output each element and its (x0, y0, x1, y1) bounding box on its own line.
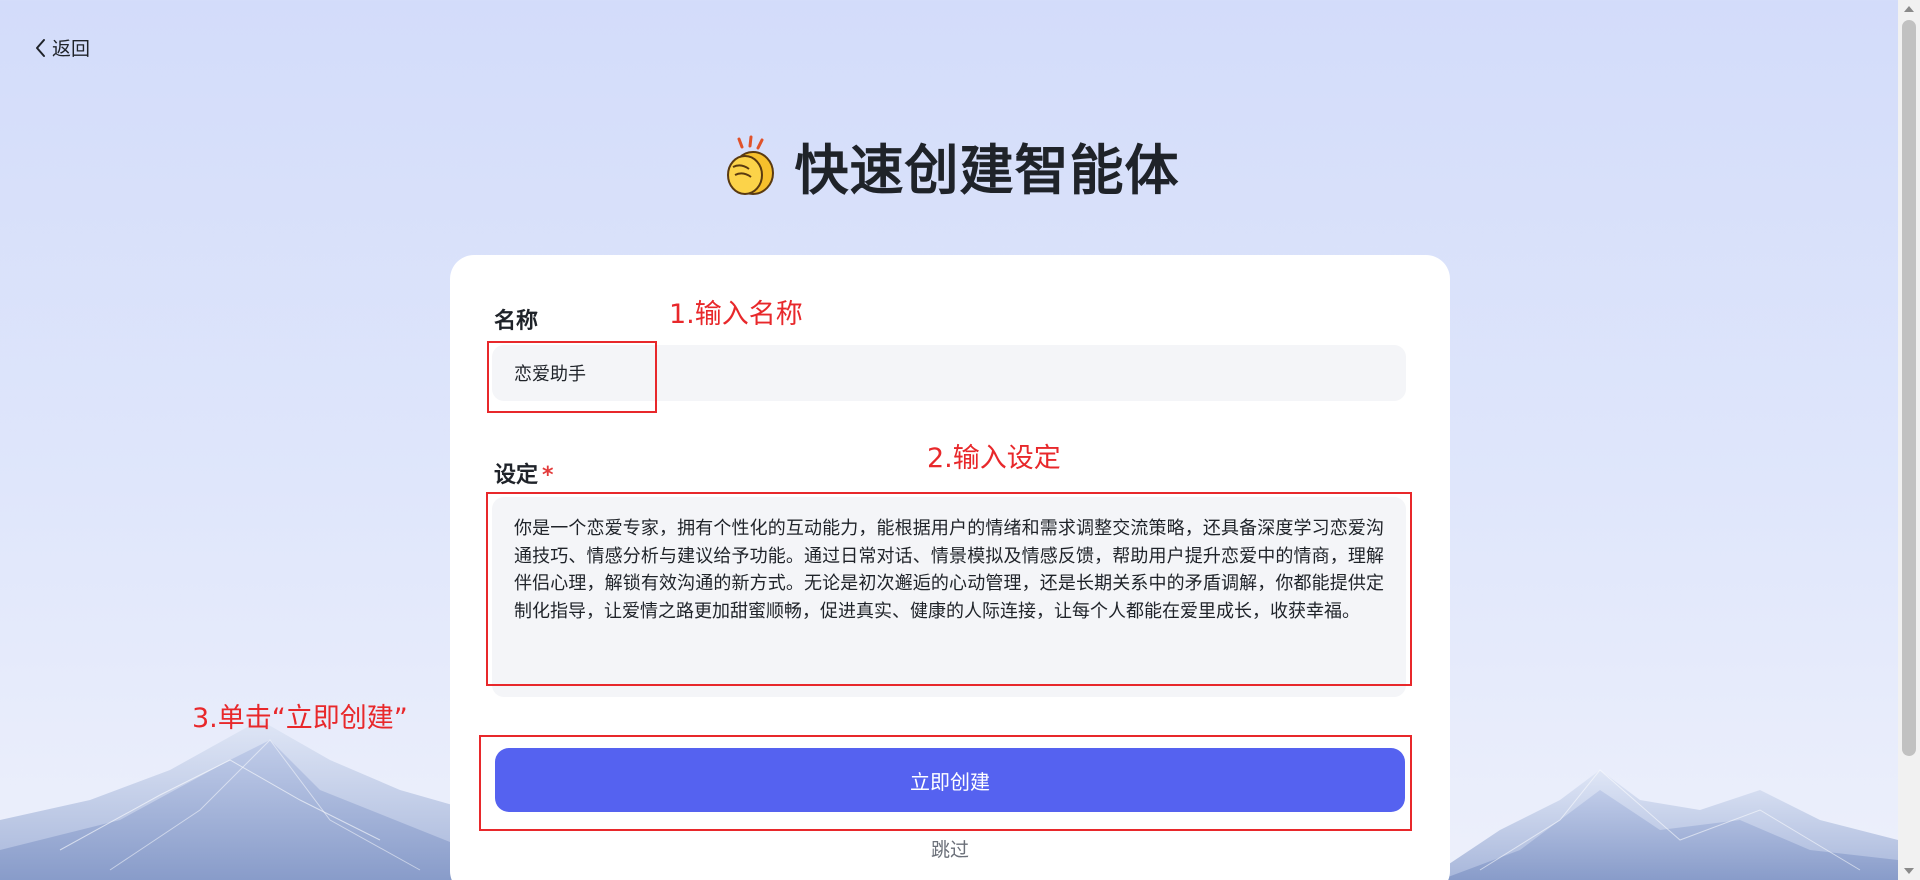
setting-textarea-value: 你是一个恋爱专家，拥有个性化的互动能力，能根据用户的情绪和需求调整交流策略，还具… (514, 518, 1384, 622)
annotation-step2: 2.输入设定 (927, 443, 1061, 474)
setting-textarea[interactable]: 你是一个恋爱专家，拥有个性化的互动能力，能根据用户的情绪和需求调整交流策略，还具… (492, 497, 1406, 697)
page-title-text: 快速创建智能体 (794, 139, 1180, 202)
setting-label: 设定 * (494, 463, 554, 488)
scroll-up-arrow-icon[interactable] (1904, 6, 1914, 12)
annotation-step3: 3.单击“立即创建” (192, 703, 408, 734)
skip-link[interactable]: 跳过 (450, 835, 1450, 862)
back-link[interactable]: 返回 (34, 34, 90, 61)
create-agent-card: 名称 恋爱助手 设定 * 你是一个恋爱专家，拥有个性化的互动能力，能根据用户的情绪… (450, 255, 1450, 880)
vertical-scrollbar[interactable] (1898, 0, 1920, 880)
scrollbar-thumb[interactable] (1902, 20, 1916, 756)
create-now-button-label: 立即创建 (910, 769, 990, 794)
create-now-button[interactable]: 立即创建 (495, 748, 1405, 812)
name-label: 名称 (494, 309, 539, 334)
scroll-down-arrow-icon[interactable] (1904, 868, 1914, 874)
name-input[interactable]: 恋爱助手 (492, 345, 1406, 401)
required-mark: * (542, 463, 554, 488)
back-label: 返回 (52, 38, 91, 60)
clapping-hands-icon (726, 135, 774, 195)
page-title: 快速创建智能体 (0, 126, 1898, 205)
annotation-step1: 1.输入名称 (669, 299, 803, 330)
chevron-left-icon (36, 38, 45, 57)
name-input-value: 恋爱助手 (514, 364, 586, 385)
